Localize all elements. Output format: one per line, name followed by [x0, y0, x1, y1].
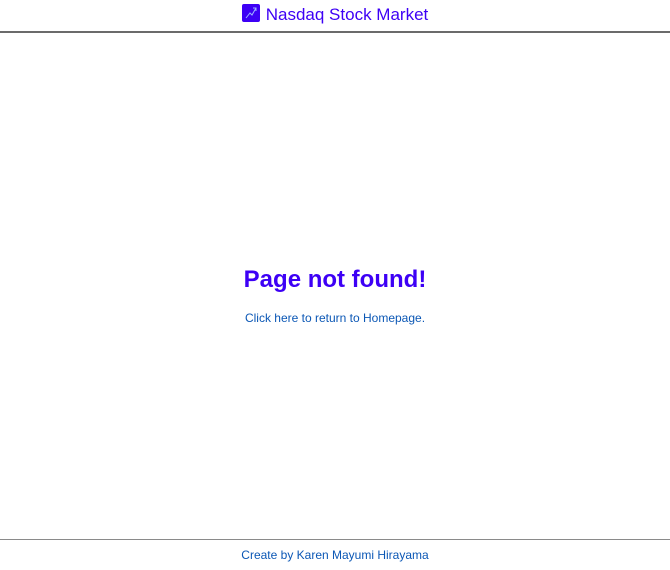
stock-chart-icon [241, 4, 260, 22]
site-footer: Create by Karen Mayumi Hirayama [0, 539, 670, 570]
site-title: Nasdaq Stock Market [265, 4, 429, 24]
site-header: Nasdaq Stock Market [0, 0, 670, 33]
page-title: Page not found! [243, 266, 427, 293]
author-credit-link[interactable]: Create by Karen Mayumi Hirayama [241, 548, 428, 562]
main-content: Page not found! Click here to return to … [0, 35, 670, 540]
brand-home-link[interactable]: Nasdaq Stock Market [241, 4, 429, 25]
return-home-link[interactable]: Click here to return to Homepage. [0, 311, 670, 325]
